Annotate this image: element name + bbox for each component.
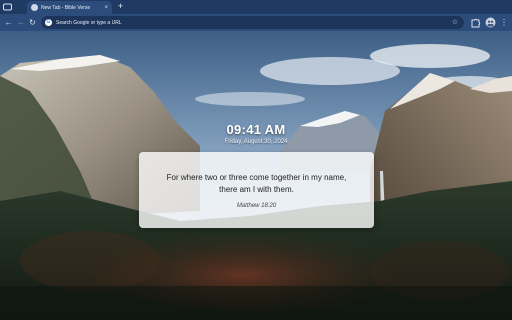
profile-avatar-icon[interactable] <box>485 17 496 28</box>
omnibox[interactable]: G Search Google or type a URL ☆ <box>41 16 464 29</box>
extensions-icon[interactable] <box>470 17 481 28</box>
tab-title: New Tab - Bible Verse <box>41 4 91 11</box>
forward-button[interactable]: → <box>15 17 26 28</box>
clock-date: Friday, August 30, 2024 <box>224 139 288 145</box>
omnibox-placeholder[interactable]: Search Google or type a URL <box>56 20 122 26</box>
tab-search-icon[interactable] <box>3 3 12 11</box>
verse-line-1: For where two or three come together in … <box>166 173 347 182</box>
verse-reference: Matthew 18:20 <box>236 203 277 209</box>
new-tab-button[interactable]: + <box>115 1 126 12</box>
back-button[interactable]: ← <box>3 17 14 28</box>
verse-line-2: there am I with them. <box>219 185 294 194</box>
bookmark-star-icon[interactable]: ☆ <box>452 18 458 27</box>
verse-text: For where two or three come together in … <box>149 172 364 196</box>
reload-button[interactable]: ↻ <box>27 17 38 28</box>
tab-favicon-icon <box>31 4 38 11</box>
browser-toolbar: ← → ↻ G Search Google or type a URL ☆ ⋮ <box>0 14 512 31</box>
tab-close-icon[interactable]: × <box>104 5 108 11</box>
tab-active[interactable]: New Tab - Bible Verse × <box>27 1 112 14</box>
menu-icon[interactable]: ⋮ <box>499 17 509 28</box>
tab-strip: New Tab - Bible Verse × + <box>0 0 512 14</box>
clock-time: 09:41 AM <box>226 122 286 137</box>
verse-card: For where two or three come together in … <box>139 152 374 228</box>
google-icon: G <box>45 19 52 26</box>
